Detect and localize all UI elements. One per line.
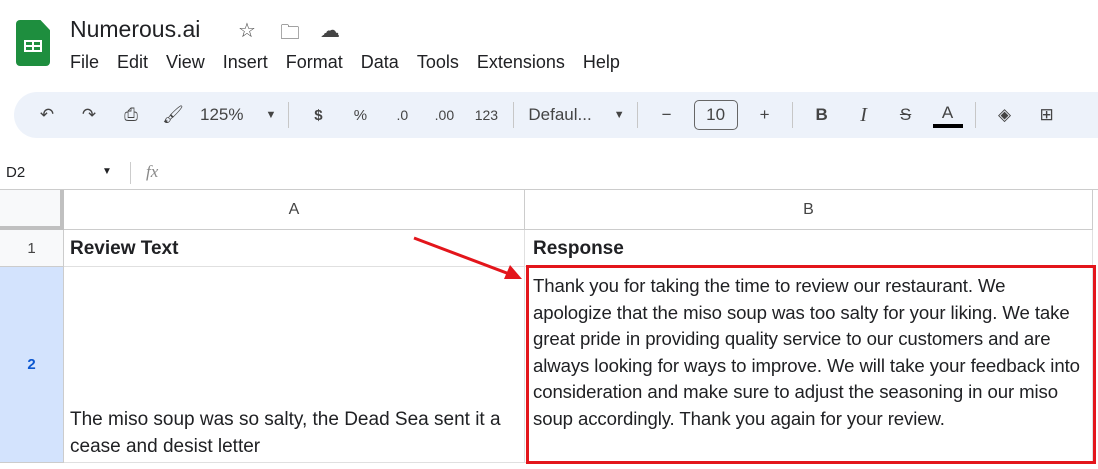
name-box[interactable]: D2 xyxy=(6,164,25,181)
menu-bar: File Edit View Insert Format Data Tools … xyxy=(70,52,620,73)
document-title[interactable]: Numerous.ai xyxy=(70,16,200,43)
undo-icon[interactable]: ↶ xyxy=(32,100,62,130)
increase-font-size-button[interactable]: + xyxy=(750,100,780,130)
cell-a2-text: The miso soup was so salty, the Dead Sea… xyxy=(70,409,501,457)
borders-icon[interactable]: ⊞ xyxy=(1032,100,1062,130)
star-icon[interactable]: ☆ xyxy=(238,18,256,43)
column-header-b[interactable]: B xyxy=(525,190,1093,230)
menu-view[interactable]: View xyxy=(166,52,205,73)
select-all-corner[interactable] xyxy=(0,190,64,230)
toolbar: ↶ ↷ ⎙ 🖌 125% ▼ $ % .0 .00 123 Defaul... ▼ … xyxy=(14,92,1098,138)
cloud-status-icon[interactable]: ☁ xyxy=(320,18,340,43)
menu-edit[interactable]: Edit xyxy=(117,52,148,73)
divider xyxy=(974,102,976,128)
zoom-select[interactable]: 125% ▼ xyxy=(200,100,276,130)
highlight-box xyxy=(526,265,1096,464)
cell-a2[interactable]: The miso soup was so salty, the Dead Sea… xyxy=(64,267,525,463)
divider xyxy=(791,102,793,128)
sheets-logo[interactable] xyxy=(16,20,50,66)
chevron-down-icon: ▼ xyxy=(265,109,277,121)
increase-decimal-button[interactable]: .00 xyxy=(429,100,459,130)
decrease-font-size-button[interactable]: − xyxy=(652,100,682,130)
row-header-2[interactable]: 2 xyxy=(0,267,64,463)
decrease-decimal-button[interactable]: .0 xyxy=(387,100,417,130)
move-folder-icon[interactable]: 🗀 xyxy=(280,18,300,52)
column-header-a[interactable]: A xyxy=(64,190,525,230)
chevron-down-icon: ▼ xyxy=(613,109,625,121)
strikethrough-icon[interactable]: S xyxy=(891,100,921,130)
fill-color-icon[interactable]: ◈ xyxy=(990,100,1020,130)
annotation-arrow-icon xyxy=(413,236,522,279)
percent-button[interactable]: % xyxy=(345,100,375,130)
menu-data[interactable]: Data xyxy=(361,52,399,73)
divider xyxy=(513,102,515,128)
zoom-value: 125% xyxy=(200,105,244,124)
fx-icon: fx xyxy=(146,162,159,181)
number-format-button[interactable]: 123 xyxy=(471,100,501,130)
menu-help[interactable]: Help xyxy=(583,52,620,73)
font-select[interactable]: Defaul... ▼ xyxy=(528,100,624,130)
menu-insert[interactable]: Insert xyxy=(223,52,268,73)
font-value: Defaul... xyxy=(528,105,592,124)
row-header-1[interactable]: 1 xyxy=(0,230,64,267)
menu-file[interactable]: File xyxy=(70,52,99,73)
text-color-icon[interactable]: A xyxy=(932,102,963,128)
print-icon[interactable]: ⎙ xyxy=(116,100,146,130)
formula-input[interactable] xyxy=(180,160,1080,186)
italic-icon[interactable]: I xyxy=(849,100,879,130)
menu-tools[interactable]: Tools xyxy=(417,52,459,73)
menu-format[interactable]: Format xyxy=(286,52,343,73)
paint-format-icon[interactable]: 🖌 xyxy=(158,100,188,130)
divider xyxy=(636,102,638,128)
cell-b1[interactable]: Response xyxy=(525,230,1093,267)
font-size-input[interactable]: 10 xyxy=(693,100,738,130)
redo-icon[interactable]: ↷ xyxy=(74,100,104,130)
chevron-down-icon[interactable]: ▼ xyxy=(102,166,112,177)
menu-extensions[interactable]: Extensions xyxy=(477,52,565,73)
bold-icon[interactable]: B xyxy=(807,100,837,130)
divider xyxy=(288,102,290,128)
formula-bar: D2 ▼ fx xyxy=(0,156,1098,190)
divider xyxy=(130,162,131,184)
currency-button[interactable]: $ xyxy=(303,100,333,130)
